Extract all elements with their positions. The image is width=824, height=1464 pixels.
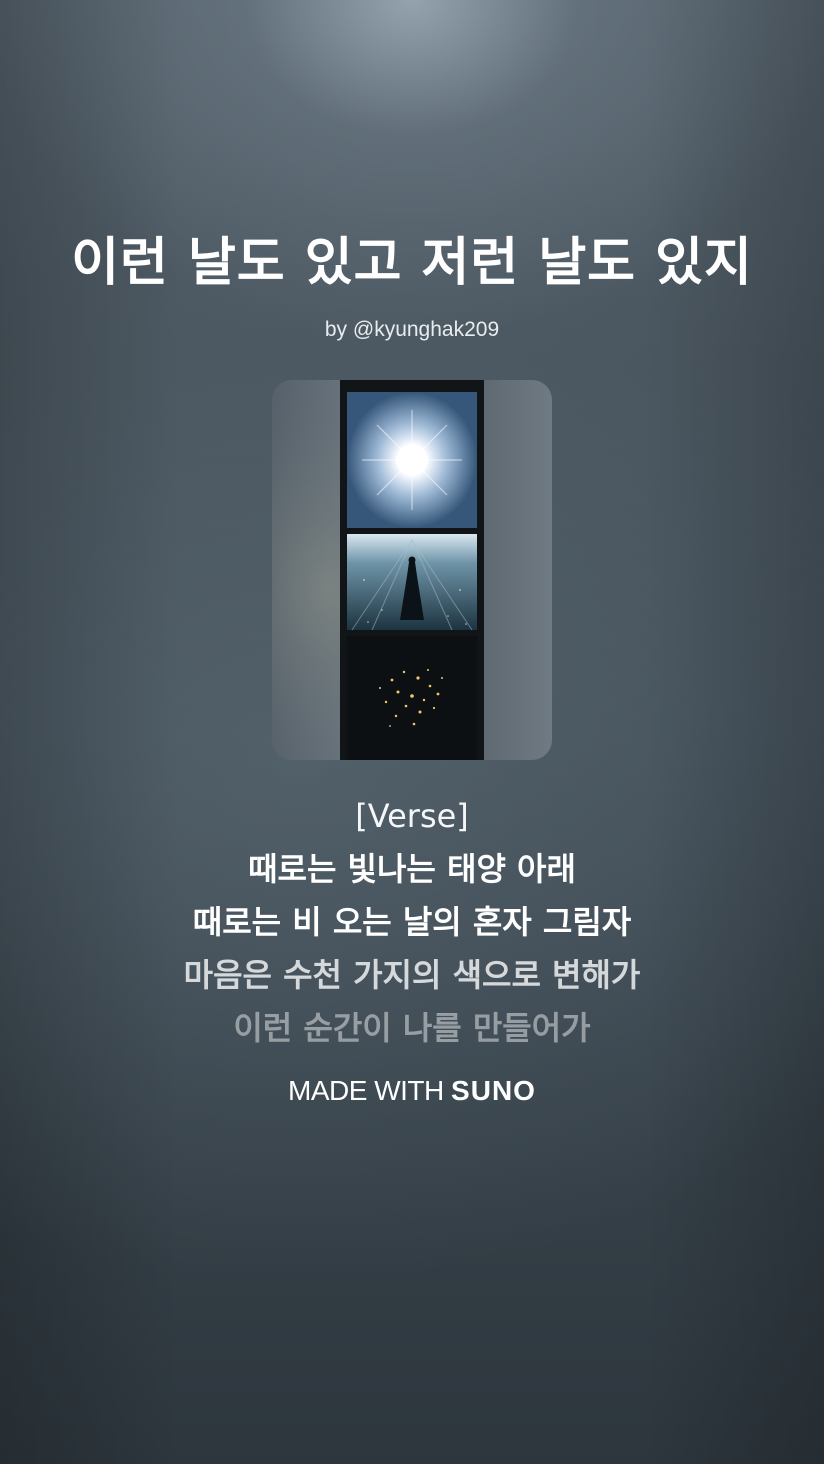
made-with-suno-badge: MADE WITH SUNO xyxy=(0,1072,824,1110)
lyrics-block: [Verse] 때로는 빛나는 태양 아래 때로는 비 오는 날의 혼자 그림자… xyxy=(0,790,824,1055)
lyric-line: 마음은 수천 가지의 색으로 변해가 xyxy=(183,956,641,994)
lyric-section-label: [Verse] xyxy=(355,797,469,835)
lyric-line: 때로는 비 오는 날의 혼자 그림자 xyxy=(192,903,632,941)
brand-prefix: MADE WITH xyxy=(288,1075,444,1106)
artist-byline[interactable]: by @kyunghak209 xyxy=(0,316,824,344)
lyric-line: 이런 순간이 나를 만들어가 xyxy=(233,1009,591,1047)
song-title: 이런 날도 있고 저런 날도 있지 xyxy=(71,233,753,293)
lyric-line: 때로는 빛나는 태양 아래 xyxy=(248,850,576,888)
album-cover-image xyxy=(272,380,552,760)
album-cover xyxy=(272,380,552,760)
suno-logo: SUNO xyxy=(451,1075,536,1106)
